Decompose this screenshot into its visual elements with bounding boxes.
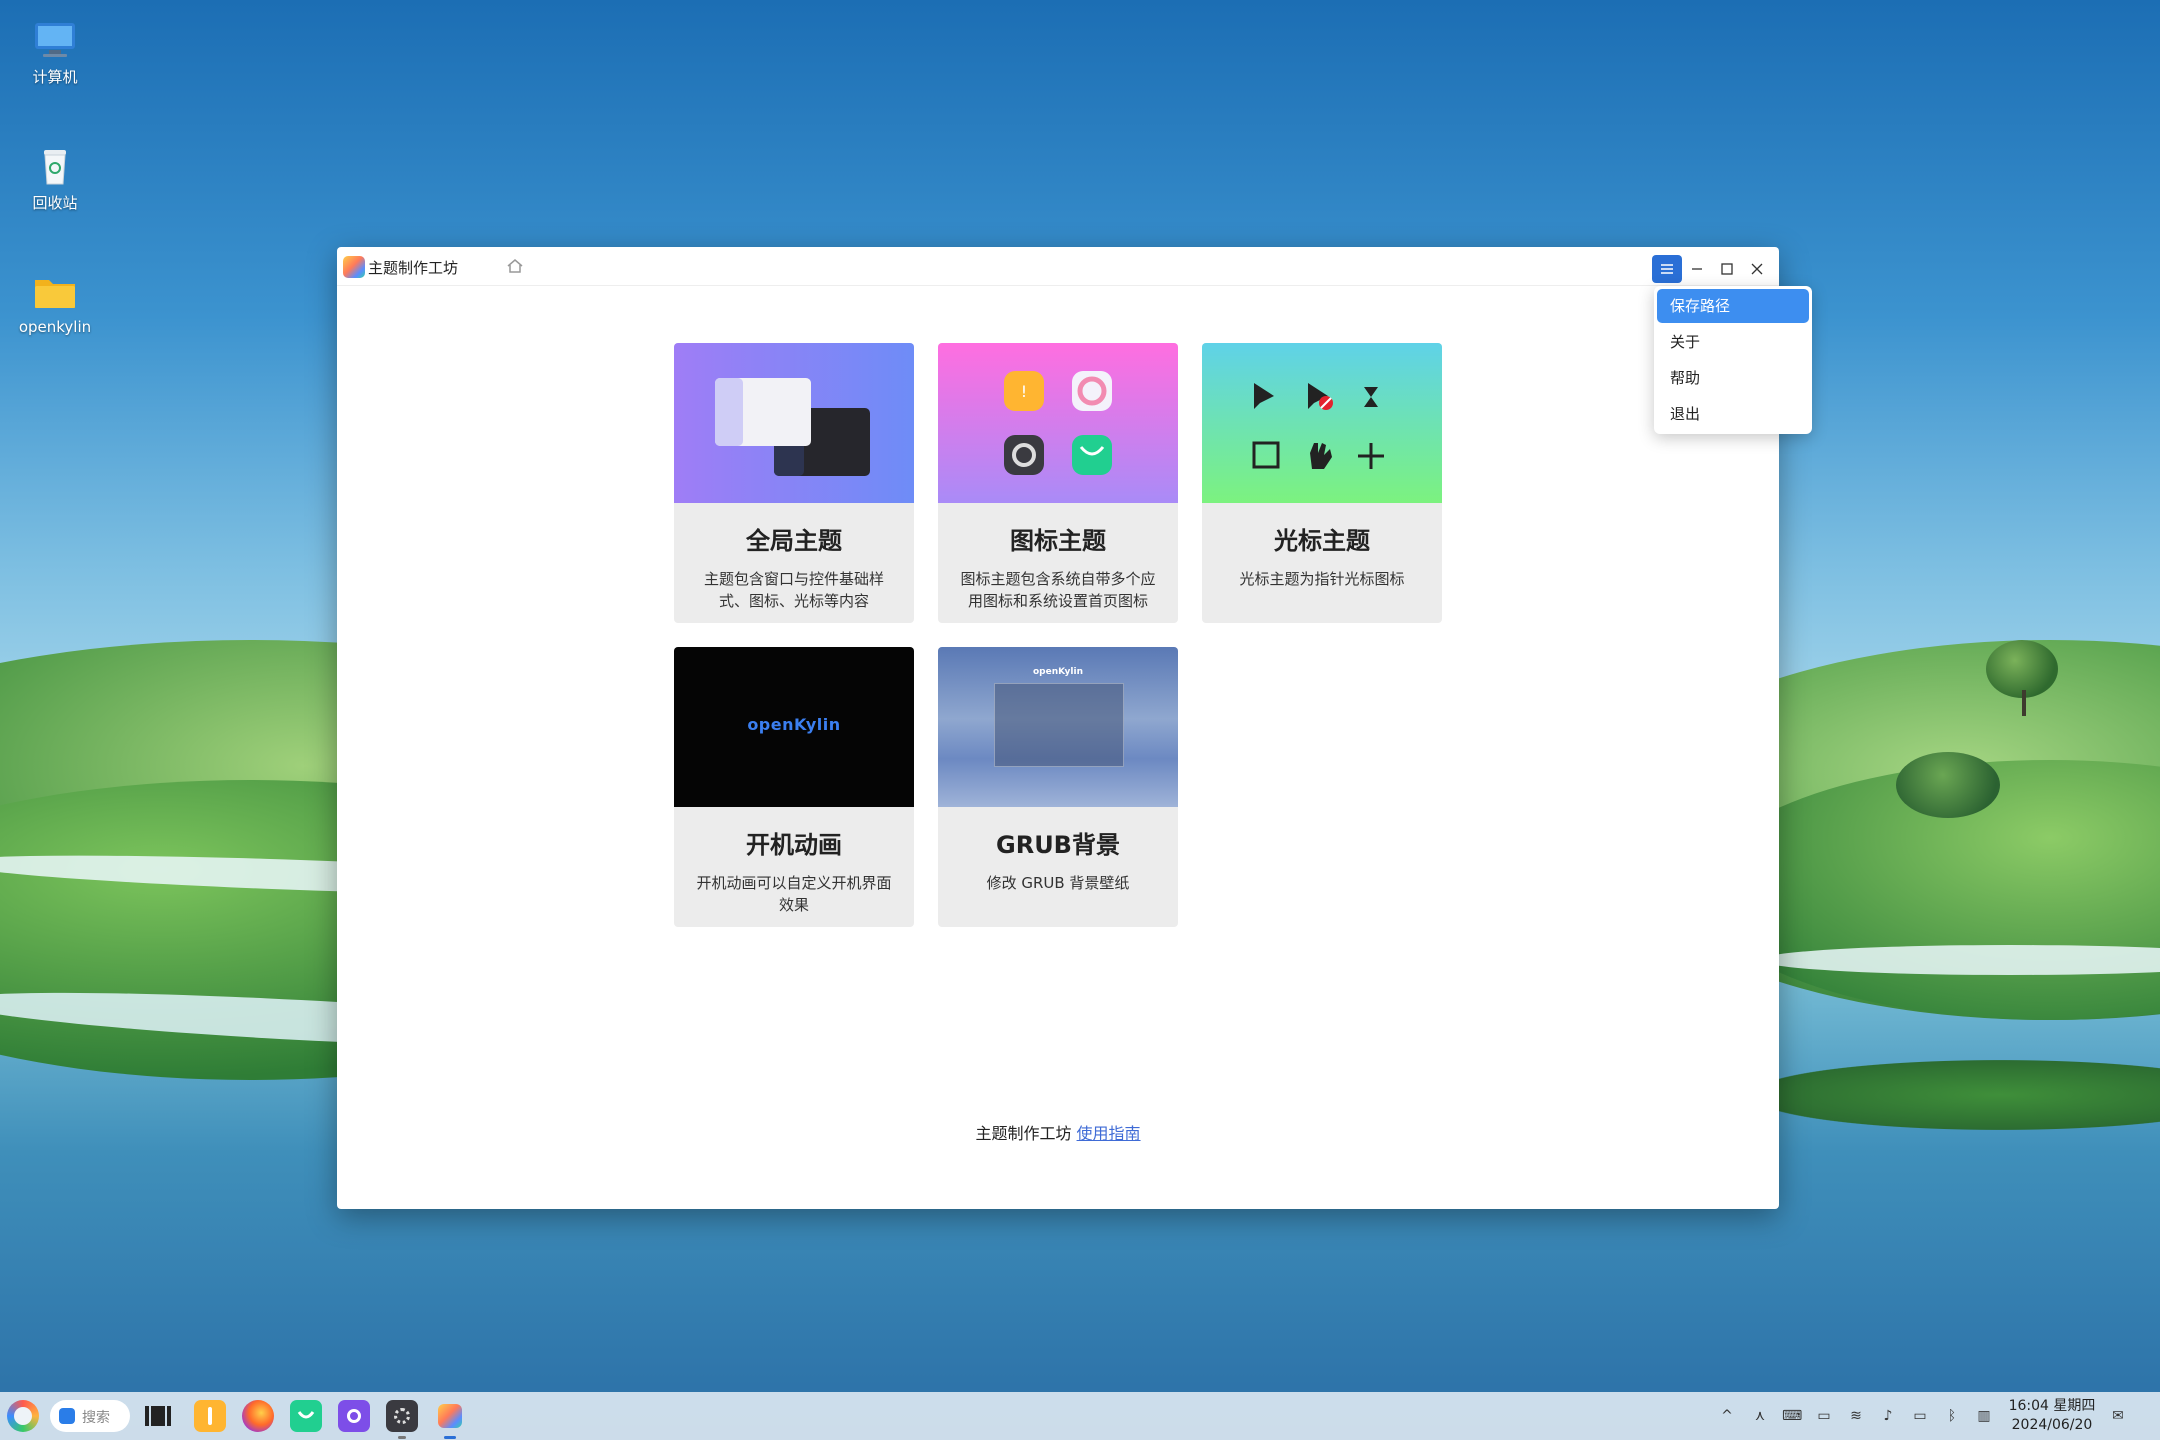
clock-time: 16:04 星期四	[2008, 1398, 2096, 1414]
pointer-cursor-icon	[1254, 383, 1274, 409]
desktop-icon-label: 回收站	[32, 194, 78, 212]
grub-background-banner: openKylin	[938, 647, 1178, 807]
theme-workshop-icon	[438, 1404, 462, 1428]
home-icon	[507, 259, 523, 273]
app-window: 主题制作工坊 全局主题 主题包含窗口与控件基础样式、图标、光标等内容 ! 图标主…	[337, 247, 1779, 1209]
desktop-icon-folder[interactable]: openkylin	[0, 272, 110, 336]
taskbar-app-settings[interactable]	[386, 1400, 418, 1439]
card-title: 光标主题	[1274, 527, 1370, 555]
sidebar-icon[interactable]: ▥	[1974, 1406, 1994, 1426]
card-description: 开机动画可以自定义开机界面效果	[696, 874, 892, 914]
hand-cursor-icon	[1310, 443, 1332, 469]
taskbar-clock[interactable]: 16:04 星期四 2024/06/20	[2002, 1397, 2102, 1435]
computer-icon	[33, 20, 77, 60]
tray-expand-icon[interactable]: ^	[1717, 1406, 1737, 1426]
input-method-icon[interactable]: ▭	[1814, 1406, 1834, 1426]
taskbar: 搜索 ^ ⋏ ⌨ ▭ ≋ ♪ ▭ ᛒ ▥ 16:04 星期四 2024/06/2…	[0, 1392, 2160, 1440]
bluetooth-icon[interactable]: ᛒ	[1942, 1406, 1962, 1426]
global-theme-banner	[674, 343, 914, 503]
card-description: 修改 GRUB 背景壁纸	[986, 874, 1130, 892]
store-icon	[297, 1411, 315, 1419]
footer: 主题制作工坊 使用指南	[337, 1120, 1779, 1144]
main-menu-dropdown: 保存路径 关于 帮助 退出	[1654, 286, 1812, 434]
card-title: 开机动画	[746, 831, 842, 859]
desktop-icon-label: openkylin	[18, 318, 92, 336]
svg-text:!: !	[1021, 382, 1027, 401]
grub-logo: openKylin	[1033, 667, 1083, 677]
trash-icon	[33, 146, 77, 186]
taskbar-app-firefox[interactable]	[242, 1400, 274, 1432]
active-indicator	[444, 1436, 456, 1439]
volume-icon[interactable]: ♪	[1878, 1406, 1898, 1426]
user-guide-link[interactable]: 使用指南	[1077, 1124, 1141, 1143]
taskbar-search[interactable]: 搜索	[50, 1400, 130, 1432]
hamburger-icon	[1661, 264, 1673, 274]
resize-cursor-icon	[1252, 441, 1280, 469]
multitask-view-button[interactable]	[142, 1400, 174, 1432]
card-grub-background[interactable]: openKylin GRUB背景 修改 GRUB 背景壁纸	[938, 647, 1178, 927]
start-icon	[14, 1407, 32, 1425]
menu-item-save-path[interactable]: 保存路径	[1657, 289, 1809, 323]
menu-item-exit[interactable]: 退出	[1657, 397, 1809, 431]
card-global-theme[interactable]: 全局主题 主题包含窗口与控件基础样式、图标、光标等内容	[674, 343, 914, 623]
maximize-button[interactable]	[1712, 255, 1742, 283]
boot-animation-banner: openKylin	[674, 647, 914, 807]
card-icon-theme[interactable]: ! 图标主题 图标主题包含系统自带多个应用图标和系统设置首页图标	[938, 343, 1178, 623]
minimize-button[interactable]	[1682, 255, 1712, 283]
card-description: 主题包含窗口与控件基础样式、图标、光标等内容	[703, 570, 884, 610]
network-manager-icon[interactable]: ⋏	[1750, 1406, 1770, 1426]
menu-item-help[interactable]: 帮助	[1657, 361, 1809, 395]
close-button[interactable]	[1742, 255, 1772, 283]
card-title: 全局主题	[746, 527, 842, 555]
card-description: 图标主题包含系统自带多个应用图标和系统设置首页图标	[960, 570, 1156, 610]
battery-icon[interactable]: ▭	[1910, 1406, 1930, 1426]
multitask-icon	[145, 1406, 171, 1426]
menu-item-about[interactable]: 关于	[1657, 325, 1809, 359]
start-menu-button[interactable]	[7, 1400, 39, 1432]
card-description: 光标主题为指针光标图标	[1239, 570, 1405, 588]
search-placeholder: 搜索	[82, 1410, 110, 1426]
search-icon	[59, 1408, 75, 1424]
card-cursor-theme[interactable]: 光标主题 光标主题为指针光标图标	[1202, 343, 1442, 623]
card-title: GRUB背景	[996, 831, 1120, 859]
home-button[interactable]	[505, 256, 525, 276]
notification-icon[interactable]: ✉	[2108, 1406, 2128, 1426]
desktop-icon-trash[interactable]: 回收站	[0, 146, 110, 213]
menu-button[interactable]	[1652, 255, 1682, 283]
minimize-icon	[1692, 268, 1702, 270]
icon-theme-banner: !	[938, 343, 1178, 503]
desktop-icon-computer[interactable]: 计算机	[0, 20, 110, 87]
window-titlebar[interactable]: 主题制作工坊	[337, 247, 1779, 286]
hourglass-cursor-icon	[1364, 387, 1378, 407]
close-icon	[1751, 263, 1763, 275]
footer-text: 主题制作工坊	[975, 1124, 1072, 1143]
app-logo-icon	[343, 256, 365, 278]
card-title: 图标主题	[1010, 527, 1106, 555]
notes-icon	[208, 1407, 212, 1425]
openkylin-logo: openKylin	[747, 715, 841, 734]
taskbar-app-theme-workshop[interactable]	[434, 1400, 466, 1439]
window-title: 主题制作工坊	[368, 259, 459, 277]
folder-icon	[33, 272, 77, 312]
wifi-icon[interactable]: ≋	[1846, 1406, 1866, 1426]
taskbar-app-camera[interactable]	[338, 1400, 370, 1432]
camera-icon	[347, 1409, 361, 1423]
settings-gear-icon	[394, 1408, 410, 1424]
clock-date: 2024/06/20	[2011, 1417, 2093, 1433]
taskbar-app-notes[interactable]	[194, 1400, 226, 1432]
crosshair-cursor-icon	[1358, 443, 1384, 469]
desktop-icon-label: 计算机	[32, 68, 78, 86]
running-indicator	[398, 1436, 406, 1439]
grub-menu-preview	[994, 683, 1124, 767]
taskbar-app-store[interactable]	[290, 1400, 322, 1432]
maximize-icon	[1721, 263, 1733, 275]
keyboard-icon[interactable]: ⌨	[1782, 1406, 1802, 1426]
card-boot-animation[interactable]: openKylin 开机动画 开机动画可以自定义开机界面效果	[674, 647, 914, 927]
cursor-theme-banner	[1202, 343, 1442, 503]
